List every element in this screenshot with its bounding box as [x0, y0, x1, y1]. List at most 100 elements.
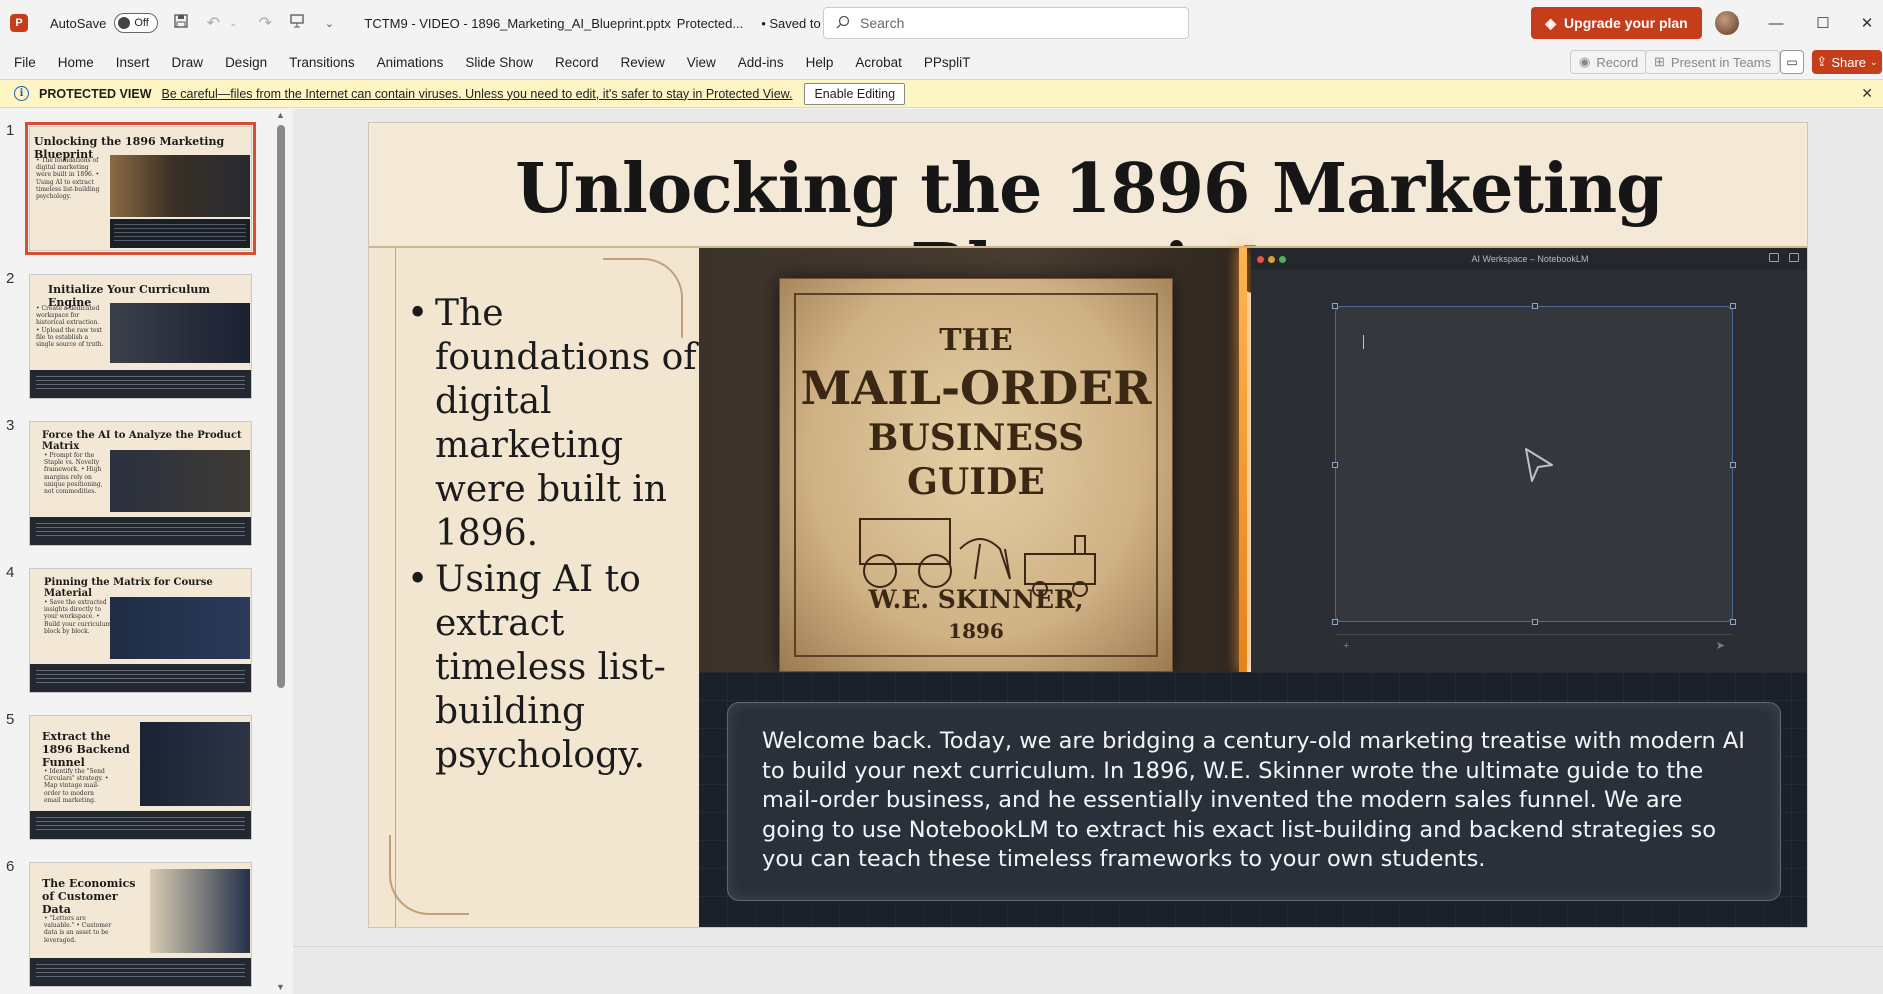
slide-thumbnail-2[interactable]: Initialize Your Curriculum Engine • Crea… [29, 274, 252, 399]
book-title-line: THE [939, 323, 1013, 358]
app-window-title: AI Werkspace – NotebookLM [1471, 254, 1589, 264]
text-caret [1363, 335, 1364, 349]
thumbnail-bullets: • Identify the "Send Circulars" strategy… [44, 768, 109, 804]
teams-icon: ⊞ [1654, 54, 1665, 69]
slide-number: 6 [6, 858, 15, 875]
chevron-down-icon: ⌄ [1870, 56, 1878, 67]
tab-transitions[interactable]: Transitions [278, 55, 366, 70]
tab-review[interactable]: Review [610, 55, 676, 70]
thumbnail-caption [30, 811, 251, 839]
upgrade-button[interactable]: ◈ Upgrade your plan [1531, 7, 1702, 39]
thumbnail-scrollbar[interactable] [277, 125, 285, 688]
tab-record[interactable]: Record [544, 55, 610, 70]
scroll-up-icon[interactable]: ▲ [276, 110, 285, 120]
presenter-icon[interactable] [288, 13, 306, 34]
slide-thumbnail-6[interactable]: The Economics of Customer Data • "Letter… [29, 862, 252, 987]
tab-ppsplit[interactable]: PPspliT [913, 55, 982, 70]
thumbnail-image [110, 303, 250, 363]
save-icon[interactable] [172, 13, 190, 34]
document-mode: Protected... [676, 15, 744, 31]
tab-design[interactable]: Design [214, 55, 278, 70]
document-title: TCTM9 - VIDEO - 1896_Marketing_AI_Bluepr… [364, 15, 671, 31]
slide-thumbnail-5[interactable]: Extract the 1896 Backend Funnel • Identi… [29, 715, 252, 840]
close-icon[interactable]: ✕ [1861, 85, 1873, 102]
slide-number: 3 [6, 417, 15, 434]
search-input[interactable]: Search [823, 7, 1189, 39]
autosave-toggle[interactable]: Off [114, 13, 159, 33]
autosave-state: Off [134, 17, 149, 29]
scroll-down-icon[interactable]: ▼ [276, 982, 285, 992]
slide-thumbnail-1[interactable]: Unlocking the 1896 Marketing Blueprint •… [25, 122, 256, 255]
tab-file[interactable]: File [0, 55, 47, 70]
caption-box[interactable]: Welcome back. Today, we are bridging a c… [727, 702, 1781, 901]
thumbnail-caption [30, 664, 251, 692]
autosave-label: AutoSave [50, 15, 107, 31]
resize-handle [1730, 303, 1736, 309]
thumbnail-caption [30, 517, 251, 545]
present-in-teams-button[interactable]: ⊞ Present in Teams [1645, 50, 1781, 74]
tab-draw[interactable]: Draw [161, 55, 215, 70]
resize-handle [1532, 303, 1538, 309]
tab-slide-show[interactable]: Slide Show [454, 55, 544, 70]
toggle-knob [118, 17, 131, 29]
tab-home[interactable]: Home [47, 55, 105, 70]
bullet-panel: • The foundations of digital marketing w… [369, 248, 699, 927]
thumbnail-bullets: • Create a dedicated workspace for histo… [36, 305, 104, 348]
app-window-titlebar: AI Werkspace – NotebookLM [1251, 248, 1807, 270]
slide-number: 4 [6, 564, 15, 581]
tab-animations[interactable]: Animations [366, 55, 455, 70]
thumbnail-image [110, 597, 250, 659]
app-mockup[interactable]: AI Werkspace – NotebookLM + ➤ [1251, 248, 1807, 672]
protected-view-bar: i PROTECTED VIEW Be careful—files from t… [0, 79, 1883, 108]
tab-insert[interactable]: Insert [105, 55, 161, 70]
stagecoach-illustration [859, 518, 1096, 597]
tab-acrobat[interactable]: Acrobat [844, 55, 913, 70]
caption-text: Welcome back. Today, we are bridging a c… [762, 728, 1745, 872]
undo-icon[interactable]: ↶ [204, 13, 222, 33]
tab-help[interactable]: Help [795, 55, 845, 70]
current-slide[interactable]: Unlocking the 1896 Marketing Blueprint •… [368, 122, 1808, 928]
present-label: Present in Teams [1670, 54, 1772, 70]
slide-thumbnail-3[interactable]: Force the AI to Analyze the Product Matr… [29, 421, 252, 546]
tab-view[interactable]: View [676, 55, 727, 70]
bullet-item[interactable]: • The foundations of digital marketing w… [407, 292, 705, 556]
book-year: 1896 [948, 619, 1004, 643]
record-icon: ◉ [1579, 54, 1591, 69]
thumbnail-image [110, 450, 250, 512]
slide-thumbnail-4[interactable]: Pinning the Matrix for Course Material •… [29, 568, 252, 693]
maximize-icon[interactable]: ☐ [1808, 8, 1838, 38]
redo-icon[interactable]: ↷ [256, 13, 274, 33]
thumbnail-bullets: • Save the extracted insights directly t… [44, 599, 112, 635]
book-image[interactable]: THE MAIL-ORDER BUSINESS GUIDE W.E. SKINN… [699, 248, 1247, 672]
enable-editing-button[interactable]: Enable Editing [804, 82, 906, 105]
share-button[interactable]: ⇪ Share ⌄ [1812, 50, 1882, 74]
close-window-icon[interactable]: ✕ [1852, 8, 1882, 38]
bullet-text: Using AI to extract timeless list-buildi… [435, 559, 666, 776]
undo-dropdown-icon[interactable]: ⌄ [224, 18, 242, 29]
thumbnail-caption [30, 370, 251, 398]
resize-handle [1332, 462, 1338, 468]
resize-handle [1332, 303, 1338, 309]
resize-handle [1332, 619, 1338, 625]
customize-toolbar-icon[interactable]: ⌄ [320, 17, 338, 30]
tab-add-ins[interactable]: Add-ins [727, 55, 795, 70]
minimize-icon[interactable]: — [1761, 8, 1791, 38]
bullet-text: The foundations of digital marketing wer… [435, 293, 697, 554]
record-label: Record [1596, 54, 1639, 70]
thumbnail-bullets: • The foundations of digital marketing w… [36, 157, 100, 200]
record-button[interactable]: ◉ Record [1570, 50, 1648, 74]
thumbnail-caption [110, 219, 250, 248]
app-input-bar: + ➤ [1335, 634, 1733, 656]
avatar[interactable] [1715, 11, 1739, 35]
book-title-line: GUIDE [907, 461, 1045, 503]
slide-number: 1 [6, 122, 15, 139]
thumbnail-title: Force the AI to Analyze the Product Matr… [42, 430, 242, 452]
panel-icon [1769, 253, 1779, 262]
resize-handle [1730, 619, 1736, 625]
resize-handle [1532, 619, 1538, 625]
protected-view-message[interactable]: Be careful—files from the Internet can c… [162, 87, 793, 101]
share-label: Share [1831, 54, 1867, 70]
search-placeholder: Search [860, 15, 905, 31]
comments-icon[interactable]: ▭ [1780, 50, 1804, 74]
bullet-item[interactable]: • Using AI to extract timeless list-buil… [407, 558, 705, 778]
